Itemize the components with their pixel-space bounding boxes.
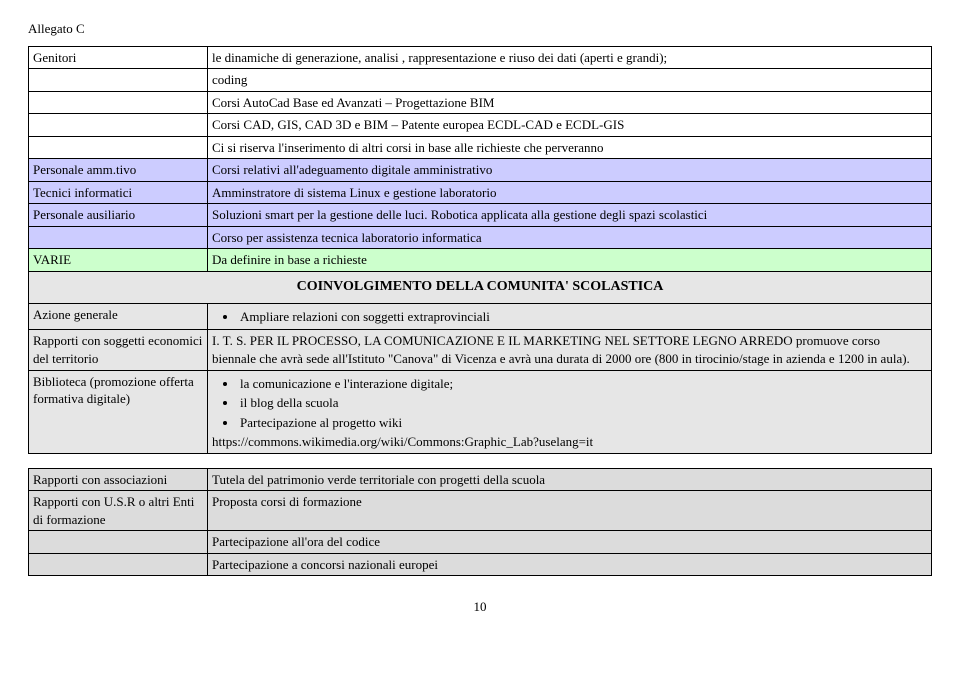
- row-label: Personale amm.tivo: [29, 159, 208, 182]
- row-label: [29, 553, 208, 576]
- row-label: Rapporti con soggetti economici del terr…: [29, 330, 208, 370]
- row-label: Biblioteca (promozione offerta formativa…: [29, 370, 208, 453]
- row-text: Amminstratore di sistema Linux e gestion…: [208, 181, 932, 204]
- row-label: [29, 226, 208, 249]
- section-heading: COINVOLGIMENTO DELLA COMUNITA' SCOLASTIC…: [29, 272, 932, 304]
- row-text: Partecipazione a concorsi nazionali euro…: [208, 553, 932, 576]
- row-text: Ampliare relazioni con soggetti extrapro…: [208, 303, 932, 330]
- row-text: Corso per assistenza tecnica laboratorio…: [208, 226, 932, 249]
- row-label: [29, 136, 208, 159]
- row-label: Azione generale: [29, 303, 208, 330]
- row-text: Corsi relativi all'adeguamento digitale …: [208, 159, 932, 182]
- secondary-table: Rapporti con associazioni Tutela del pat…: [28, 468, 932, 577]
- row-label: VARIE: [29, 249, 208, 272]
- row-label: [29, 114, 208, 137]
- row-text: Proposta corsi di formazione: [208, 491, 932, 531]
- row-text: Tutela del patrimonio verde territoriale…: [208, 468, 932, 491]
- list-item: la comunicazione e l'interazione digital…: [238, 375, 927, 393]
- row-label: Rapporti con U.S.R o altri Enti di forma…: [29, 491, 208, 531]
- row-text: Partecipazione all'ora del codice: [208, 531, 932, 554]
- row-text: I. T. S. PER IL PROCESSO, LA COMUNICAZIO…: [208, 330, 932, 370]
- page-header: Allegato C: [28, 20, 932, 38]
- row-label: Personale ausiliario: [29, 204, 208, 227]
- page-number: 10: [28, 598, 932, 616]
- list-item: Ampliare relazioni con soggetti extrapro…: [238, 308, 927, 326]
- row-label: Rapporti con associazioni: [29, 468, 208, 491]
- url-text: https://commons.wikimedia.org/wiki/Commo…: [212, 434, 593, 449]
- row-label: [29, 69, 208, 92]
- row-label: [29, 91, 208, 114]
- row-text: la comunicazione e l'interazione digital…: [208, 370, 932, 453]
- table-gap: [28, 454, 932, 468]
- row-text: Corsi AutoCad Base ed Avanzati – Progett…: [208, 91, 932, 114]
- list-item: Partecipazione al progetto wiki: [238, 414, 927, 432]
- row-text: Corsi CAD, GIS, CAD 3D e BIM – Patente e…: [208, 114, 932, 137]
- row-label: Tecnici informatici: [29, 181, 208, 204]
- row-text: le dinamiche di generazione, analisi , r…: [208, 46, 932, 69]
- row-text: Soluzioni smart per la gestione delle lu…: [208, 204, 932, 227]
- main-table: Genitori le dinamiche di generazione, an…: [28, 46, 932, 454]
- list-item: il blog della scuola: [238, 394, 927, 412]
- row-text: Da definire in base a richieste: [208, 249, 932, 272]
- row-label: Genitori: [29, 46, 208, 69]
- row-text: Ci si riserva l'inserimento di altri cor…: [208, 136, 932, 159]
- row-label: [29, 531, 208, 554]
- row-text: coding: [208, 69, 932, 92]
